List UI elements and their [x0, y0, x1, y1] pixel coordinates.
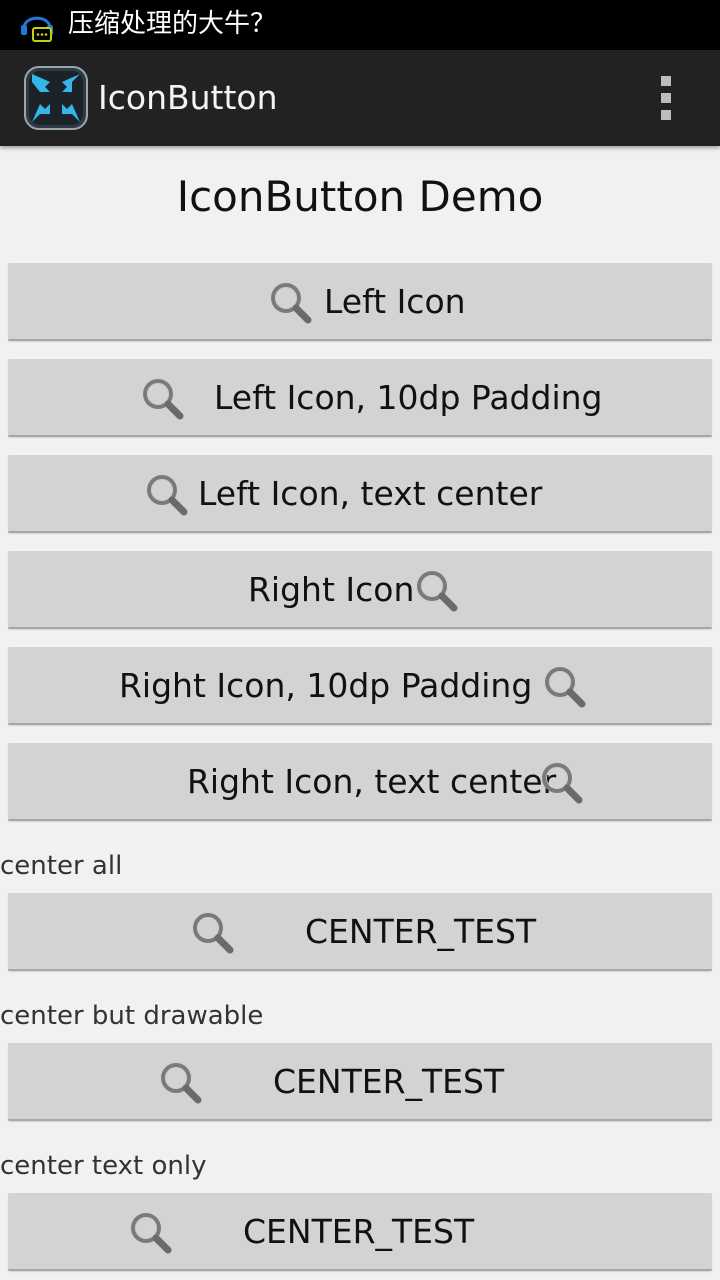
section-label-center-but-drawable: center but drawable [0, 1001, 264, 1031]
search-icon [414, 568, 460, 614]
search-icon [128, 1210, 174, 1256]
search-icon [158, 1060, 204, 1106]
chat-headset-icon [21, 16, 53, 42]
right-icon-padding-button[interactable]: Right Icon, 10dp Padding [8, 647, 712, 725]
search-icon [268, 280, 314, 326]
button-label: Right Icon, text center [187, 762, 557, 801]
app-title: IconButton [98, 78, 278, 117]
page-title: IconButton Demo [176, 172, 544, 221]
button-label: CENTER_TEST [305, 912, 537, 951]
left-icon-padding-button[interactable]: Left Icon, 10dp Padding [8, 359, 712, 437]
status-bar: 压缩处理的大牛？ [0, 0, 720, 50]
center-all-button[interactable]: CENTER_TEST [8, 893, 712, 971]
button-label: Left Icon, text center [198, 474, 543, 513]
overflow-menu-icon[interactable] [652, 76, 680, 120]
right-icon-text-center-button[interactable]: Right Icon, text center [8, 743, 712, 821]
search-icon [539, 760, 585, 806]
search-icon [542, 664, 588, 710]
search-icon [190, 910, 236, 956]
right-icon-button[interactable]: Right Icon [8, 551, 712, 629]
section-label-center-all: center all [0, 851, 123, 881]
button-label: Left Icon, 10dp Padding [214, 378, 603, 417]
center-text-only-button[interactable]: CENTER_TEST [8, 1193, 712, 1271]
action-bar: IconButton [0, 50, 720, 146]
left-icon-button[interactable]: Left Icon [8, 263, 712, 341]
button-label: Left Icon [324, 282, 466, 321]
compress-arrows-icon[interactable] [24, 66, 88, 130]
left-icon-text-center-button[interactable]: Left Icon, text center [8, 455, 712, 533]
main-content: IconButton Demo Left Icon Left Icon, 10d… [0, 146, 720, 1280]
search-icon [144, 472, 190, 518]
section-label-center-text-only: center text only [0, 1151, 207, 1181]
notification-text: 压缩处理的大牛？ [68, 9, 277, 39]
button-label: Right Icon, 10dp Padding [119, 666, 533, 705]
search-icon [140, 376, 186, 422]
button-label: CENTER_TEST [243, 1212, 475, 1251]
center-but-drawable-button[interactable]: CENTER_TEST [8, 1043, 712, 1121]
button-label: Right Icon [248, 570, 415, 609]
button-label: CENTER_TEST [273, 1062, 505, 1101]
